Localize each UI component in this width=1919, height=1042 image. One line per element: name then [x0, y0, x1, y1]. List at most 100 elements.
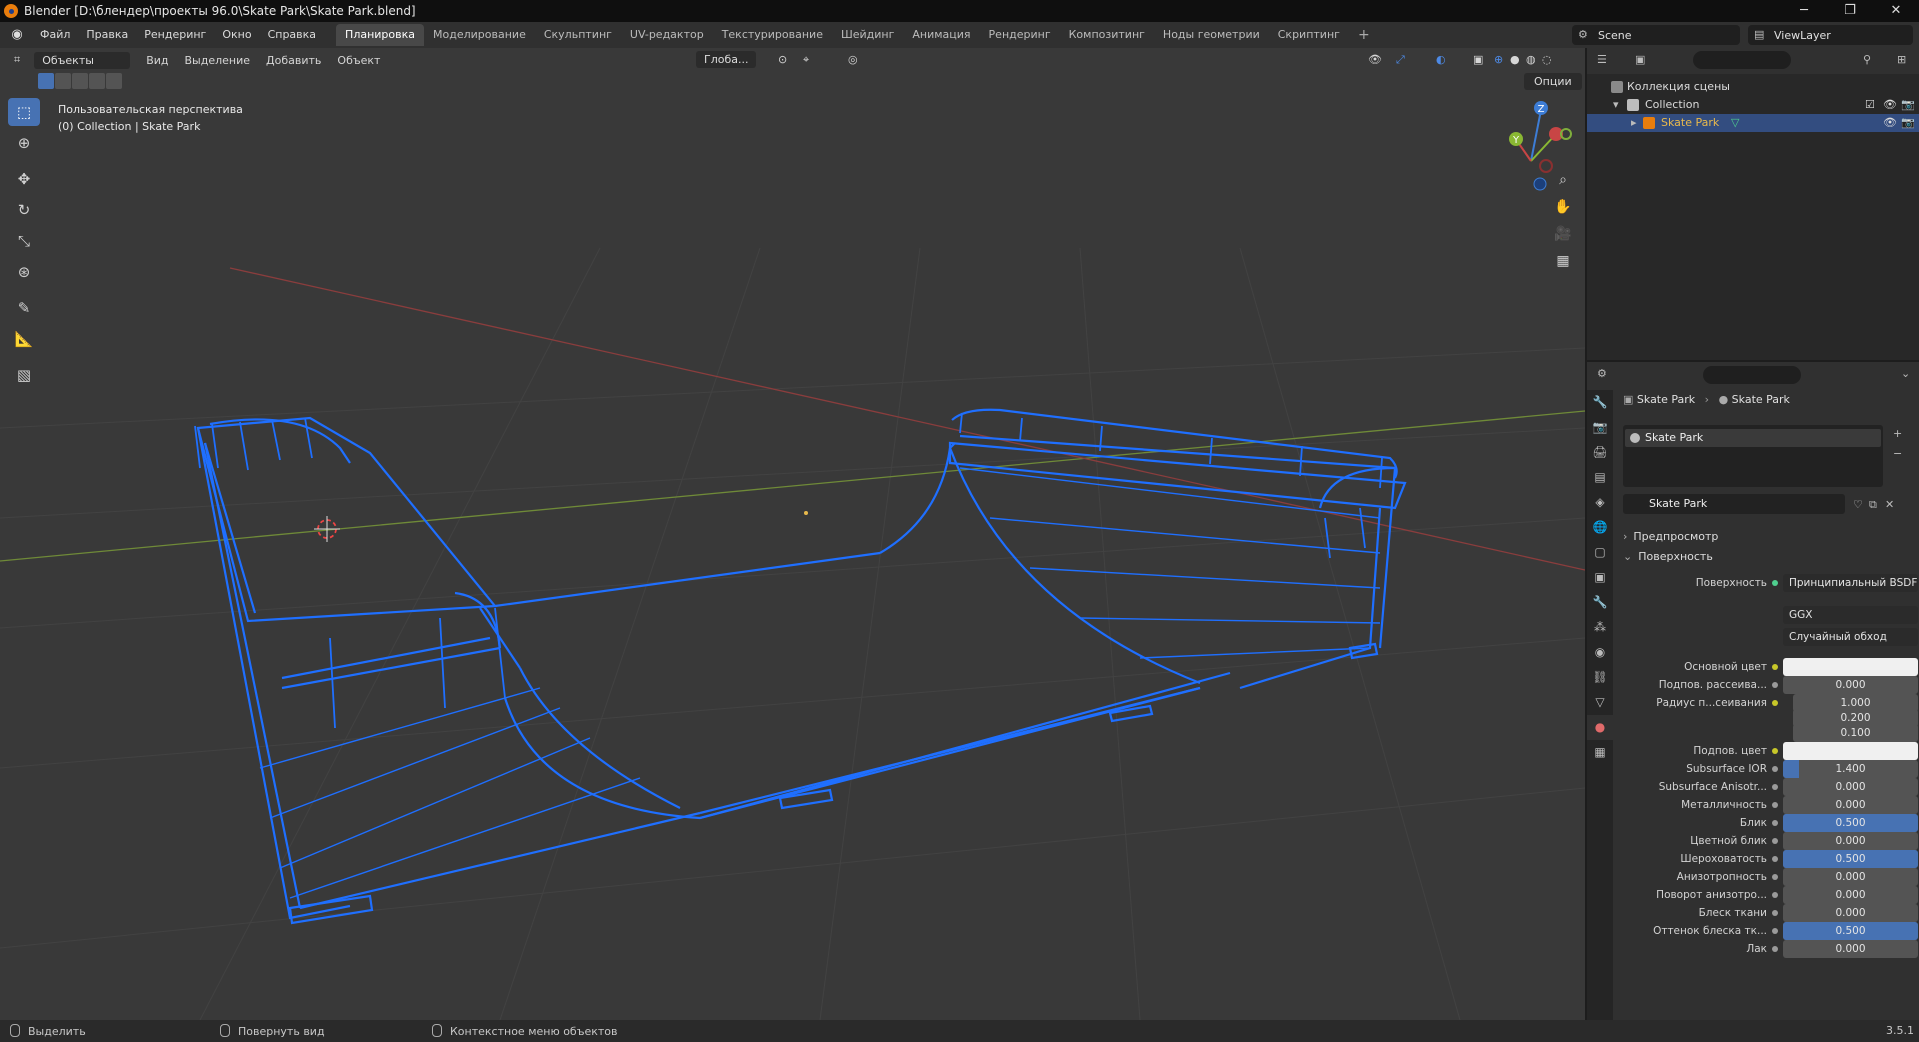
material-slot-list[interactable]: Skate Park: [1623, 425, 1883, 487]
data-tab-icon[interactable]: ▽: [1587, 690, 1613, 715]
value-slider[interactable]: 0.000: [1783, 868, 1918, 886]
socket-icon[interactable]: [1772, 910, 1778, 916]
eye-icon[interactable]: 👁: [1883, 96, 1897, 114]
value-slider[interactable]: 0.000: [1783, 832, 1918, 850]
view-layer-tab-icon[interactable]: ▤: [1587, 465, 1613, 490]
viewport-menu-item[interactable]: Добавить: [258, 54, 329, 67]
constraints-tab-icon[interactable]: ⛓: [1587, 665, 1613, 690]
eye-icon[interactable]: 👁: [1883, 114, 1897, 132]
viewport-menu-item[interactable]: Объект: [329, 54, 388, 67]
outliner-row-scene-collection[interactable]: Коллекция сцены: [1587, 78, 1919, 96]
camera-icon[interactable]: 🎥: [1551, 222, 1575, 246]
select-intersect-icon[interactable]: [106, 73, 122, 89]
remove-slot-icon[interactable]: −: [1893, 447, 1902, 460]
modifier-tab-icon[interactable]: 🔧: [1587, 590, 1613, 615]
restore-icon[interactable]: ❐: [1827, 0, 1873, 22]
rotate-tool[interactable]: ↻: [8, 196, 40, 224]
socket-icon[interactable]: [1772, 682, 1778, 688]
value-slider[interactable]: 0.000: [1783, 940, 1918, 958]
value-slider[interactable]: 0.000: [1783, 796, 1918, 814]
particles-tab-icon[interactable]: ⁂: [1587, 615, 1613, 640]
value-slider[interactable]: 0.500: [1783, 814, 1918, 832]
viewport-menu-item[interactable]: Вид: [138, 54, 176, 67]
blender-menu-icon[interactable]: ◉: [8, 26, 26, 44]
overlays-icon[interactable]: ◐: [1428, 53, 1454, 66]
workspace-tab[interactable]: Композитинг: [1060, 24, 1154, 46]
select-new-icon[interactable]: [38, 73, 54, 89]
render-tab-icon[interactable]: 📷: [1587, 415, 1613, 440]
color-swatch[interactable]: [1783, 742, 1918, 760]
expand-arrow-icon[interactable]: ▸: [1631, 114, 1637, 132]
texture-tab-icon[interactable]: ▦: [1587, 740, 1613, 765]
workspace-tab[interactable]: Скульптинг: [535, 24, 621, 46]
menu-item[interactable]: Рендеринг: [136, 28, 214, 41]
snap-icon[interactable]: ⌖: [795, 53, 817, 67]
add-slot-icon[interactable]: +: [1893, 427, 1902, 440]
menu-item[interactable]: Правка: [78, 28, 136, 41]
measure-tool[interactable]: 📐: [8, 325, 40, 353]
select-invert-icon[interactable]: [89, 73, 105, 89]
outliner-row-collection[interactable]: ▾ Collection ☑ 👁 📷: [1587, 96, 1919, 114]
distribution-selector[interactable]: GGX: [1783, 606, 1918, 624]
pivot-icon[interactable]: ⊙: [770, 53, 795, 66]
gizmo-toggle-icon[interactable]: ⤢: [1388, 53, 1413, 67]
workspace-tab[interactable]: Анимация: [903, 24, 979, 46]
render-camera-icon[interactable]: 📷: [1901, 114, 1915, 132]
transform-orientation-selector[interactable]: Глоба...: [696, 51, 757, 68]
color-swatch[interactable]: [1783, 658, 1918, 676]
cursor-tool[interactable]: ⊕: [8, 129, 40, 157]
socket-icon[interactable]: [1772, 664, 1778, 670]
visibility-icon[interactable]: 👁: [1360, 53, 1390, 66]
value-slider[interactable]: 0.000: [1783, 886, 1918, 904]
mode-selector[interactable]: Объекты: [34, 51, 131, 69]
socket-icon[interactable]: [1772, 838, 1778, 844]
outliner-search-input[interactable]: [1693, 51, 1791, 69]
move-tool[interactable]: ✥: [8, 165, 40, 193]
filter-icon[interactable]: ⚲: [1863, 53, 1871, 66]
workspace-tab[interactable]: UV-редактор: [621, 24, 713, 46]
socket-icon[interactable]: [1772, 820, 1778, 826]
scale-tool[interactable]: ⤡: [8, 227, 40, 255]
rendered-shading-icon[interactable]: ◌: [1534, 53, 1560, 66]
properties-search-input[interactable]: [1703, 366, 1801, 384]
proportional-edit-icon[interactable]: ◎: [840, 53, 866, 66]
preview-panel-header[interactable]: › Предпросмотр: [1623, 528, 1718, 546]
duplicate-icon[interactable]: ⧉: [1869, 498, 1877, 512]
new-collection-icon[interactable]: ⊞: [1897, 53, 1906, 66]
socket-icon[interactable]: [1772, 784, 1778, 790]
menu-item[interactable]: Окно: [214, 28, 259, 41]
surface-shader-selector[interactable]: Принципиальный BSDF: [1783, 574, 1918, 592]
editor-type-icon[interactable]: ⌗: [6, 53, 28, 67]
expand-arrow-icon[interactable]: ▾: [1613, 96, 1619, 114]
output-tab-icon[interactable]: 🖨: [1587, 440, 1613, 465]
value-slider[interactable]: 0.000: [1783, 904, 1918, 922]
close-icon[interactable]: ✕: [1873, 0, 1919, 22]
fake-user-icon[interactable]: ♡: [1853, 498, 1863, 511]
unlink-icon[interactable]: ✕: [1885, 498, 1894, 511]
value-slider[interactable]: 0.000: [1783, 778, 1918, 796]
value-slider[interactable]: 0.000: [1783, 676, 1918, 694]
workspace-tab[interactable]: Ноды геометрии: [1154, 24, 1269, 46]
3d-viewport[interactable]: Z Y ⌗ Объекты Вид Выделение Добавить Объект…: [0, 48, 1585, 1020]
select-subtract-icon[interactable]: [72, 73, 88, 89]
annotate-tool[interactable]: ✎: [8, 294, 40, 322]
minimize-icon[interactable]: ─: [1781, 0, 1827, 22]
socket-icon[interactable]: [1772, 748, 1778, 754]
socket-icon[interactable]: [1772, 892, 1778, 898]
socket-icon[interactable]: [1772, 946, 1778, 952]
socket-icon[interactable]: [1772, 766, 1778, 772]
value-slider[interactable]: 0.500: [1783, 922, 1918, 940]
select-box-tool[interactable]: ⬚: [8, 98, 40, 126]
workspace-tab[interactable]: Рендеринг: [980, 24, 1060, 46]
display-mode-icon[interactable]: ▣: [1635, 53, 1645, 66]
object-tab-icon[interactable]: ▣: [1587, 565, 1613, 590]
material-slot[interactable]: Skate Park: [1625, 429, 1881, 447]
socket-icon[interactable]: [1772, 700, 1778, 706]
tool-tab-icon[interactable]: 🔧: [1587, 390, 1613, 415]
socket-icon[interactable]: [1772, 580, 1778, 586]
subsurface-method-selector[interactable]: Случайный обход: [1783, 628, 1918, 646]
workspace-tab[interactable]: Моделирование: [424, 24, 535, 46]
outliner-editor-icon[interactable]: ☰: [1597, 53, 1607, 66]
viewport-menu-item[interactable]: Выделение: [177, 54, 259, 67]
options-dropdown[interactable]: Опции: [1524, 73, 1582, 90]
